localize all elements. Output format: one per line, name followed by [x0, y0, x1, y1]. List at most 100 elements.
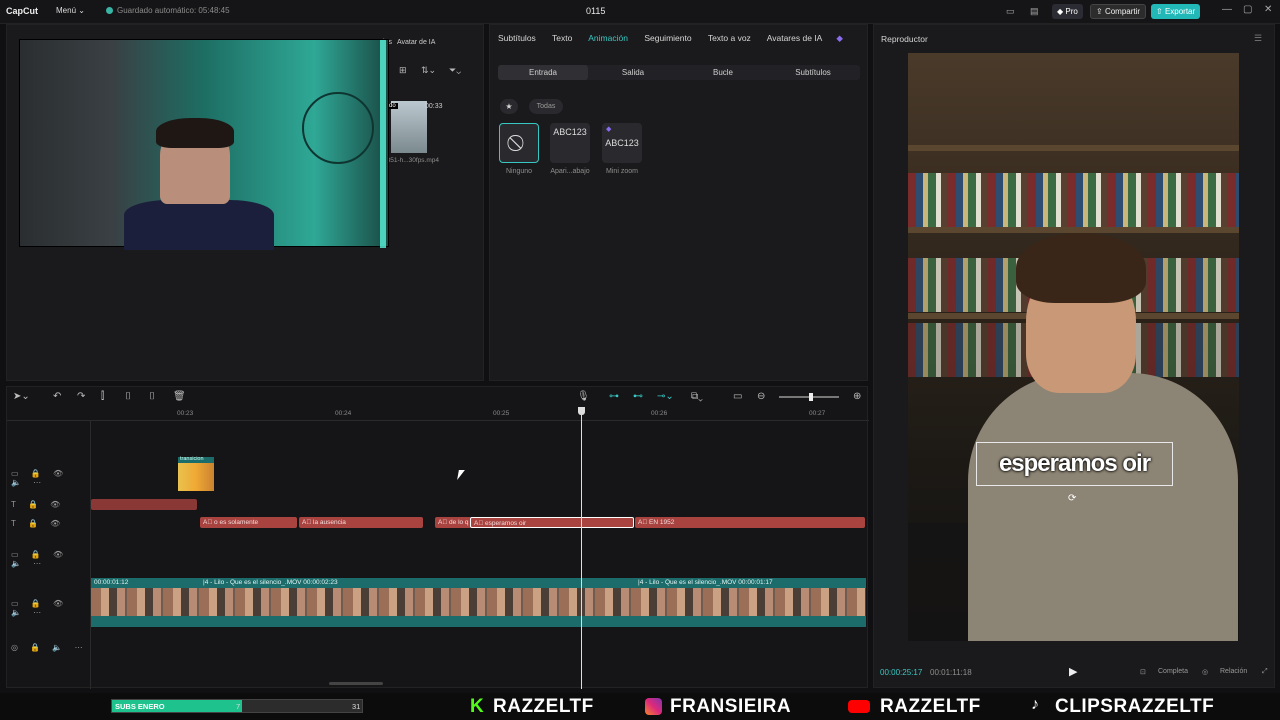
- full-quality-button[interactable]: Completa: [1158, 668, 1188, 675]
- zoom-handle[interactable]: [809, 393, 813, 401]
- shortcuts-icon[interactable]: ▤: [1030, 6, 1039, 17]
- text-segment[interactable]: A⃞ o es solamente: [200, 517, 297, 528]
- caption-icon[interactable]: ▭: [733, 391, 742, 402]
- ratio-button[interactable]: Relación: [1220, 668, 1247, 675]
- led-strip: [380, 40, 386, 248]
- filter-all[interactable]: Todas: [529, 99, 563, 114]
- time-ruler[interactable]: 00:23 00:24 00:25 00:26 00:27: [7, 407, 869, 421]
- close-icon[interactable]: ✕: [1264, 4, 1272, 15]
- playhead[interactable]: [578, 407, 585, 689]
- streamer-shirt: [124, 200, 274, 250]
- screenshot-icon[interactable]: ◎: [1202, 668, 1208, 676]
- ruler-mark: 00:24: [335, 410, 352, 417]
- text-segment-selected[interactable]: A⃞ esperamos oir: [470, 517, 634, 528]
- tab-text-to-speech[interactable]: Texto a voz: [708, 33, 751, 43]
- timeline-scrollbar[interactable]: [329, 682, 383, 685]
- preset-appear-down[interactable]: ABC123: [550, 123, 590, 163]
- social-handle: CLIPSRAZZELTF: [1055, 696, 1215, 717]
- social-handle: FRANSIEIRA: [670, 696, 792, 717]
- video-frames: [91, 588, 866, 616]
- shelf: [908, 145, 1239, 151]
- subtab-salida[interactable]: Salida: [588, 65, 678, 80]
- tab-animation[interactable]: Animación: [588, 33, 628, 43]
- magnet-icon[interactable]: ⊶: [609, 391, 619, 402]
- video-preview[interactable]: esperamos oir ⟳: [908, 53, 1239, 641]
- fan-shape: [302, 92, 374, 164]
- animation-subtabs: Entrada Salida Bucle Subtítulos: [498, 65, 860, 80]
- track-controls[interactable]: ◎ 🔒 🔈 ⋯: [11, 643, 88, 652]
- text-segment[interactable]: [91, 499, 197, 510]
- share-button[interactable]: ⇪ Compartir: [1090, 4, 1147, 19]
- layout-icon[interactable]: ▭: [1006, 6, 1015, 17]
- delete-icon[interactable]: 🗑: [173, 391, 186, 402]
- play-icon[interactable]: ▶: [1069, 665, 1077, 678]
- video-track[interactable]: 00:00:01:12 |4 - Lilo - Que es el silenc…: [91, 578, 866, 627]
- subtab-subtitulos[interactable]: Subtítulos: [768, 65, 858, 80]
- select-tool-icon[interactable]: ➤⌄: [13, 391, 30, 402]
- redo-icon[interactable]: ↷: [77, 391, 85, 402]
- media-panel: las Avatar de IA ⊞ ⇅⌄ ⏷⌄ adido 00:33 885…: [6, 24, 484, 381]
- split-icon[interactable]: ⫿: [101, 391, 104, 402]
- streamer-hair: [156, 118, 234, 148]
- trim-left-icon[interactable]: ⌷: [125, 391, 131, 402]
- align-icon[interactable]: ⧉⌄: [691, 391, 703, 402]
- text-segment[interactable]: A⃞ EN 1952: [635, 517, 865, 528]
- trim-right-icon[interactable]: ⌷: [149, 391, 155, 402]
- tab-tracking[interactable]: Seguimiento: [644, 33, 691, 43]
- text-segment[interactable]: A⃞ la ausencia: [299, 517, 423, 528]
- track-controls[interactable]: ▭ 🔒 👁 🔈 ⋯: [11, 599, 90, 617]
- maximize-icon[interactable]: ▢: [1243, 4, 1252, 15]
- track-controls[interactable]: T 🔒 👁: [11, 519, 65, 528]
- clip-label: |4 - Lilo - Que es el silencio_.MOV 00:0…: [638, 579, 773, 586]
- pro-label: Pro: [1065, 7, 1078, 16]
- fullscreen-icon[interactable]: ⤢: [1262, 668, 1268, 676]
- clip-name: 8851-h...30fps.mp4: [383, 157, 440, 164]
- zoom-slider[interactable]: [779, 393, 839, 401]
- speaker-shirt: [968, 373, 1238, 641]
- segment-text: EN 1952: [649, 519, 675, 526]
- menu-button[interactable]: Menú ⌄: [56, 6, 85, 15]
- player-title: Reproductor: [881, 34, 928, 44]
- zoom-out-icon[interactable]: ⊖: [757, 391, 765, 402]
- tab-ai-avatar[interactable]: Avatar de IA: [397, 39, 435, 46]
- tab-ai-avatars[interactable]: Avatares de IA: [767, 33, 823, 43]
- sort-icon[interactable]: ⇅⌄: [421, 65, 436, 76]
- pro-button[interactable]: ◆ Pro: [1052, 4, 1083, 19]
- crop-icon[interactable]: ⊡: [1140, 668, 1146, 676]
- favorites-star-icon[interactable]: ★: [500, 99, 518, 114]
- link-icon[interactable]: ⊷: [633, 391, 643, 402]
- export-button[interactable]: ⇧ Exportar: [1151, 4, 1201, 19]
- undo-icon[interactable]: ↶: [53, 391, 61, 402]
- track-headers: ▭ 🔒 👁 🔈 ⋯ T 🔒 👁 T 🔒 👁 ▭ 🔒 👁 🔈 ⋯ ▭ 🔒 👁 🔈 …: [7, 421, 91, 689]
- tab-text[interactable]: Texto: [552, 33, 572, 43]
- tab-subtitles[interactable]: Subtítulos: [498, 33, 536, 43]
- track-controls[interactable]: ▭ 🔒 👁 🔈 ⋯: [11, 550, 90, 568]
- current-time: 00:00:25:17: [880, 668, 923, 677]
- clip-label: 00:00:01:12: [94, 579, 129, 586]
- caption-text[interactable]: esperamos oir: [976, 442, 1173, 486]
- track-controls[interactable]: ▭ 🔒 👁 🔈 ⋯: [11, 469, 90, 487]
- tiktok-icon: ♪: [1031, 696, 1040, 713]
- title-bar: CapCut Menú ⌄ Guardado automático: 05:48…: [0, 0, 1280, 24]
- player-menu-icon[interactable]: ☰: [1254, 33, 1262, 44]
- export-label: Exportar: [1164, 7, 1196, 16]
- microphone-icon[interactable]: 🎙: [577, 391, 590, 402]
- subs-goal: 31: [352, 702, 361, 711]
- subtab-entrada[interactable]: Entrada: [498, 65, 588, 80]
- filter-icon[interactable]: ⏷⌄: [449, 65, 461, 76]
- zoom-in-icon[interactable]: ⊕: [853, 391, 861, 402]
- minimize-icon[interactable]: —: [1222, 4, 1232, 15]
- app-logo: CapCut: [6, 6, 38, 16]
- subtab-bucle[interactable]: Bucle: [678, 65, 768, 80]
- grid-view-icon[interactable]: ⊞: [399, 65, 407, 76]
- text-segment[interactable]: A⃞ de lo q: [435, 517, 471, 528]
- clip-label: |4 - Lilo - Que es el silencio_.MOV 00:0…: [203, 579, 338, 586]
- subs-goal-bar: SUBS ENERO 7 31: [111, 699, 363, 713]
- track-controls[interactable]: T 🔒 👁: [11, 500, 65, 509]
- instagram-icon: [645, 698, 662, 715]
- autosave-status: Guardado automático: 05:48:45: [106, 6, 230, 15]
- preset-none[interactable]: ⃠: [499, 123, 539, 163]
- rotate-handle-icon[interactable]: ⟳: [1068, 493, 1076, 504]
- preview-axis-icon[interactable]: ⊸⌄: [657, 391, 674, 402]
- effect-clip[interactable]: transicion: [178, 456, 214, 491]
